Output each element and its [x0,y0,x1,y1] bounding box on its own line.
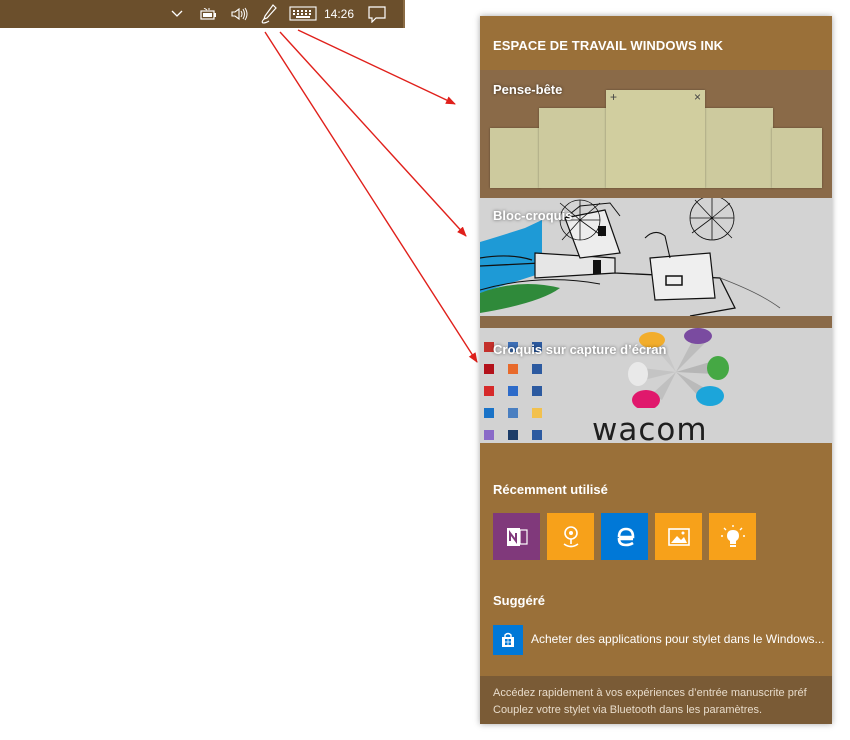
tile-sketchpad-label: Bloc-croquis [493,208,573,223]
tile-screen-sketch-label: Croquis sur capture d’écran [493,342,667,357]
desktop-app-icon [508,364,518,374]
desktop-app-icon [532,386,542,396]
desktop-app-icon [532,408,542,418]
tips-icon [720,524,745,547]
tile-sketchpad[interactable]: Bloc-croquis [480,198,832,316]
volume-icon[interactable] [229,0,251,28]
tile-screen-sketch[interactable]: wacom Croquis sur capture d’écran [480,328,832,443]
arrow-to-sketchpad [279,31,467,237]
sticky-note [772,128,822,188]
taskbar: 14:26 [0,0,405,28]
desktop-app-icon [532,430,542,440]
bluetooth-settings-link[interactable]: Couplez votre stylet via Bluetooth dans … [493,704,762,716]
wacom-logo-image [628,328,729,408]
desktop-app-icon [508,386,518,396]
suggested-item[interactable]: Acheter des applications pour stylet dan… [493,624,825,656]
recent-app-tips[interactable] [709,513,756,560]
recent-app-photos[interactable] [655,513,702,560]
recent-app-onenote[interactable] [493,513,540,560]
sticky-note [539,108,607,188]
desktop-app-icon [484,364,494,374]
desktop-app-icon [508,430,518,440]
notification-icon[interactable] [366,0,388,28]
taskbar-edge [403,0,405,28]
edge-icon [617,527,634,546]
arrow-to-screen-sketch [264,31,478,363]
close-note-icon: × [693,90,701,104]
footer-description: Accédez rapidement à vos expériences d’e… [493,687,807,699]
sticky-note [705,108,773,188]
tile-separator [480,316,832,328]
add-note-icon: + [610,90,618,104]
tile-sticky-notes-label: Pense-bête [493,82,563,97]
panel-footer: Accédez rapidement à vos expériences d’e… [480,676,832,724]
chevron-up-icon[interactable] [168,0,186,28]
sticky-note [490,128,540,188]
photos-icon [667,527,690,546]
recent-app-maps[interactable] [547,513,594,560]
wacom-logo-text: wacom [592,412,708,443]
sticky-note-front: + × [606,90,705,188]
recent-app-edge[interactable] [601,513,648,560]
arrow-to-sticky-notes [297,29,456,105]
desktop-app-icon [484,430,494,440]
desktop-app-icon [508,408,518,418]
suggested-section-title: Suggéré [493,593,546,608]
windows-ink-panel: ESPACE DE TRAVAIL WINDOWS INK Pense-bête… [480,16,832,724]
onenote-icon [506,527,528,546]
pen-icon[interactable] [258,0,280,28]
panel-title: ESPACE DE TRAVAIL WINDOWS INK [493,38,724,53]
desktop-app-icon [484,408,494,418]
battery-icon[interactable] [198,0,220,28]
recent-section-title: Récemment utilisé [493,482,608,497]
clock[interactable]: 14:26 [322,0,356,28]
desktop-app-icon [532,364,542,374]
store-icon [493,625,523,655]
keyboard-icon[interactable] [288,0,318,28]
tile-sticky-notes[interactable]: Pense-bête + × [480,70,832,198]
maps-icon [563,525,578,547]
desktop-app-icon [484,386,494,396]
suggested-item-label: Acheter des applications pour stylet dan… [531,632,825,646]
